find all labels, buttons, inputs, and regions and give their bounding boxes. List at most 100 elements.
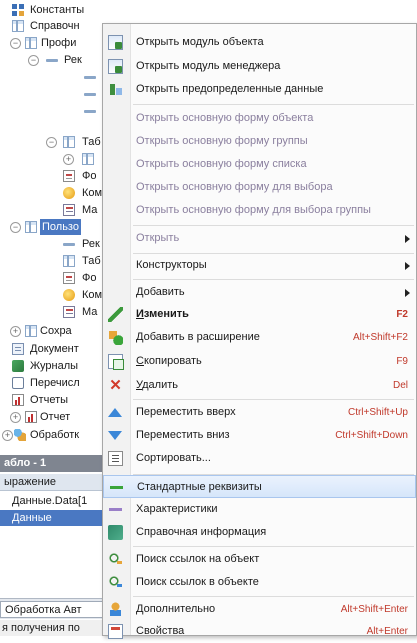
- menu-separator: [133, 104, 414, 105]
- menu-item-label: Скопировать: [136, 355, 202, 367]
- menu-item-label: Открыть основную форму списка: [136, 158, 307, 170]
- submenu-arrow-icon: [405, 262, 410, 270]
- menu-item-sort[interactable]: Сортировать...: [103, 447, 416, 470]
- module-icon: [108, 35, 123, 50]
- menu-item-label: Стандартные реквизиты: [137, 481, 262, 493]
- tree-item-catalog-user[interactable]: − Пользо: [0, 219, 102, 235]
- expand-icon[interactable]: +: [63, 154, 74, 165]
- table-row[interactable]: Данные: [0, 510, 112, 526]
- window-tab[interactable]: Обработка Авт: [0, 601, 108, 618]
- constants-icon: [12, 4, 24, 16]
- report-icon: [25, 411, 37, 423]
- menu-item-reference-info[interactable]: Справочная информация: [103, 521, 416, 544]
- menu-item-advanced[interactable]: Дополнительно Alt+Shift+Enter: [103, 598, 416, 621]
- collapse-icon[interactable]: −: [28, 55, 39, 66]
- catalog-icon: [25, 37, 37, 49]
- tree-item-attr[interactable]: [0, 69, 100, 85]
- collapse-icon[interactable]: −: [10, 38, 21, 49]
- journal-icon: [12, 360, 24, 372]
- row-label: Данные: [12, 512, 52, 524]
- menu-item-constructors[interactable]: Конструкторы: [103, 254, 416, 277]
- menu-item-open-object-module[interactable]: Открыть модуль объекта: [103, 31, 416, 54]
- attribute-icon: [84, 76, 96, 79]
- document-icon: [12, 343, 24, 355]
- arrow-down-icon: [108, 431, 122, 440]
- tree-item-attr[interactable]: [0, 103, 100, 119]
- tree-item-label: Константы: [30, 4, 85, 16]
- menu-item-move-up[interactable]: Переместить вверх Ctrl+Shift+Up: [103, 401, 416, 424]
- window-tab-strip: Обработка Авт: [0, 598, 112, 619]
- menu-item-delete[interactable]: ✕ Удалить Del: [103, 374, 416, 397]
- menu-item-open-group-choice-form[interactable]: Открыть основную форму для выбора группы: [103, 199, 416, 222]
- command-icon: [63, 289, 75, 301]
- menu-item-open-predefined[interactable]: Открыть предопределенные данные: [103, 78, 416, 101]
- menu-item-find-refs-in-object[interactable]: Поиск ссылок в объекте: [103, 571, 416, 594]
- panel-title: абло - 1: [0, 455, 112, 472]
- menu-item-open[interactable]: Открыть: [103, 227, 416, 250]
- menu-item-label: Переместить вверх: [136, 406, 236, 418]
- characteristics-icon: [108, 502, 123, 517]
- tree-item-label: Отчет: [40, 411, 71, 423]
- tree-item-label: Документ: [30, 343, 79, 355]
- tree-item-tabular-child[interactable]: +: [0, 151, 100, 167]
- menu-item-open-choice-form[interactable]: Открыть основную форму для выбора: [103, 176, 416, 199]
- copy-icon: [108, 354, 124, 370]
- menu-item-open-group-form[interactable]: Открыть основную форму группы: [103, 130, 416, 153]
- menu-item-label: Удалить: [136, 379, 179, 391]
- tree-item-label: Перечисл: [30, 377, 80, 389]
- collapse-icon[interactable]: −: [46, 137, 57, 148]
- pencil-icon: [108, 307, 123, 322]
- tree-item-label: Таб: [82, 255, 101, 267]
- menu-item-move-down[interactable]: Переместить вниз Ctrl+Shift+Down: [103, 424, 416, 447]
- status-bar: я получения по: [0, 620, 112, 636]
- tree-item-label: Сохра: [40, 325, 72, 337]
- menu-item-open-list-form[interactable]: Открыть основную форму списка: [103, 153, 416, 176]
- expand-icon[interactable]: +: [2, 430, 13, 441]
- menu-item-label: Открыть основную форму объекта: [136, 112, 314, 124]
- menu-item-add[interactable]: Добавить: [103, 281, 416, 304]
- row-label: Данные.Data[1: [12, 495, 88, 507]
- arrow-up-icon: [108, 408, 122, 417]
- menu-item-shortcut: Alt+Shift+Enter: [340, 604, 408, 615]
- menu-item-shortcut: Ctrl+Shift+Down: [335, 430, 408, 441]
- menu-item-edit[interactable]: Изменить F2: [103, 303, 416, 326]
- menu-item-label: Открыть предопределенные данные: [136, 83, 324, 95]
- catalog-icon: [25, 221, 37, 233]
- delete-icon: ✕: [109, 377, 122, 394]
- expand-icon[interactable]: +: [10, 326, 21, 337]
- menu-separator: [133, 546, 414, 547]
- menu-item-shortcut: Alt+Enter: [366, 626, 408, 637]
- attribute-icon: [84, 93, 96, 96]
- menu-item-shortcut: F9: [396, 356, 408, 367]
- menu-item-properties[interactable]: Свойства Alt+Enter: [103, 620, 416, 643]
- form-icon: [63, 170, 75, 182]
- submenu-arrow-icon: [405, 235, 410, 243]
- tree-item-label: Ком: [82, 289, 103, 301]
- menu-item-copy[interactable]: Скопировать F9: [103, 350, 416, 373]
- tabular-section-icon: [82, 153, 94, 165]
- column-header[interactable]: ыражение: [0, 474, 112, 491]
- expand-icon[interactable]: +: [10, 412, 21, 423]
- menu-item-characteristics[interactable]: Характеристики: [103, 498, 416, 521]
- menu-item-find-refs-to-object[interactable]: Поиск ссылок на объект: [103, 548, 416, 571]
- menu-item-label: Открыть основную форму для выбора группы: [136, 204, 371, 216]
- tree-item-attr[interactable]: [0, 86, 100, 102]
- attribute-icon: [46, 59, 58, 62]
- menu-item-label: Добавить в расширение: [136, 331, 260, 343]
- properties-icon: [108, 624, 123, 639]
- table-row[interactable]: Данные.Data[1: [0, 493, 112, 509]
- menu-item-open-manager-module[interactable]: Открыть модуль менеджера: [103, 55, 416, 78]
- enum-icon: [12, 377, 24, 389]
- tree-item-label: Справочн: [30, 20, 80, 32]
- collapse-icon[interactable]: −: [10, 222, 21, 233]
- tree-item-label: Фо: [82, 170, 97, 182]
- menu-item-label: Открыть основную форму для выбора: [136, 181, 333, 193]
- module-icon: [108, 59, 123, 74]
- menu-item-label: Открыть основную форму группы: [136, 135, 308, 147]
- tree-item-label: Профи: [41, 37, 77, 49]
- menu-item-open-object-form[interactable]: Открыть основную форму объекта: [103, 107, 416, 130]
- menu-item-shortcut: Alt+Shift+F2: [352, 332, 408, 343]
- menu-item-add-to-extension[interactable]: Добавить в расширение Alt+Shift+F2: [103, 326, 416, 349]
- menu-item-standard-attributes[interactable]: Стандартные реквизиты: [103, 475, 416, 498]
- menu-item-label: Переместить вниз: [136, 429, 230, 441]
